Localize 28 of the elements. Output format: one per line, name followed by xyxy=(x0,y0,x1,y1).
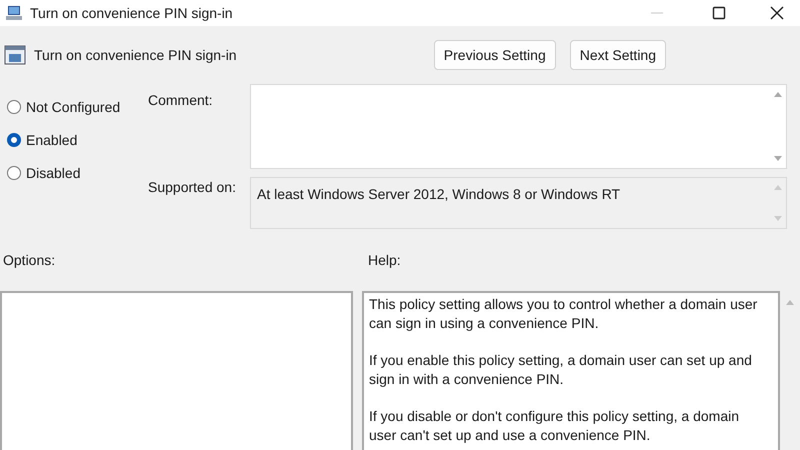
scroll-up-icon[interactable] xyxy=(774,91,782,97)
setting-button[interactable]: Previous Setting xyxy=(434,40,556,70)
comment-field[interactable] xyxy=(250,84,787,169)
radio-button[interactable] xyxy=(7,100,21,114)
radio-option[interactable]: Not Configured xyxy=(7,97,148,117)
maximize-icon[interactable] xyxy=(712,6,726,20)
help-paragraph: If you disable or don't configure this policy setting, a domain user can't set up and use a convenience PIN. xyxy=(369,407,740,445)
help-label: Help: xyxy=(368,250,401,270)
supported-on-text: At least Windows Server 2012, Windows 8 or Windows RT xyxy=(256,185,622,204)
scroll-up-icon[interactable] xyxy=(786,299,794,305)
policy-title: Turn on convenience PIN sign-in xyxy=(34,46,237,65)
radio-button[interactable] xyxy=(7,166,21,180)
close-icon[interactable] xyxy=(770,6,784,20)
scroll-down-icon[interactable] xyxy=(774,216,782,222)
scroll-down-icon[interactable] xyxy=(774,156,782,162)
supported-on-label: Supported on: xyxy=(148,178,237,197)
radio-button[interactable] xyxy=(7,133,21,147)
help-paragraph: This policy setting allows you to control whether a domain user can sign in using a convenience PIN. xyxy=(369,295,758,333)
policy-icon xyxy=(4,45,26,65)
help-paragraph: If you enable this policy setting, a domain user can set up and sign in with a convenience PIN. xyxy=(369,351,753,389)
comment-label: Comment: xyxy=(148,91,214,110)
radio-option[interactable]: Enabled xyxy=(7,130,148,150)
window-title: Turn on convenience PIN sign-in xyxy=(30,4,233,23)
app-icon xyxy=(6,5,24,21)
scroll-up-icon[interactable] xyxy=(774,184,782,190)
radio-option[interactable]: Disabled xyxy=(7,163,148,183)
options-label: Options: xyxy=(2,250,56,270)
setting-button[interactable]: Next Setting xyxy=(570,40,666,70)
